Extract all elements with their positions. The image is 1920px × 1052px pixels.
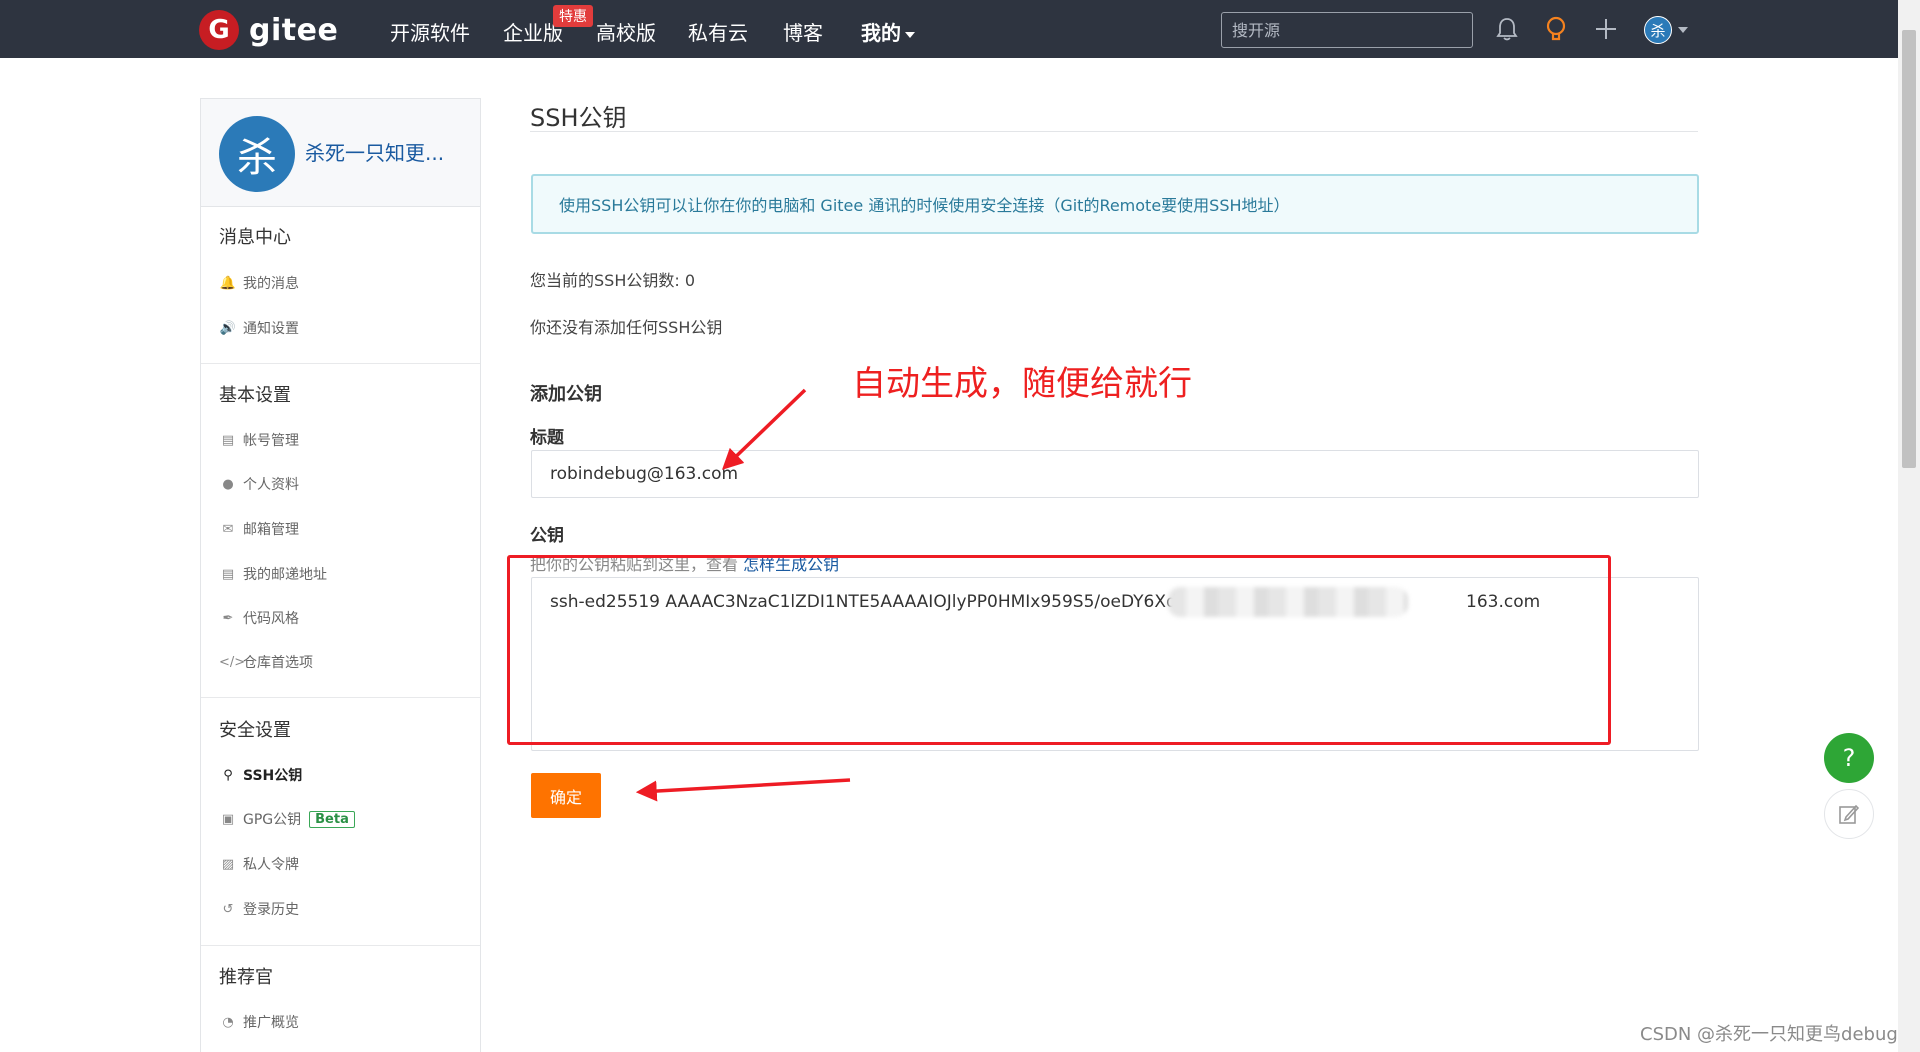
annotation-text: 自动生成，随便给就行	[852, 364, 1192, 404]
token-icon: ▨	[221, 856, 235, 872]
promo-badge: 特惠	[553, 5, 593, 27]
speaker-icon: 🔊	[219, 320, 237, 336]
public-key-label: 公钥	[530, 526, 564, 546]
scrollbar-thumb[interactable]	[1902, 30, 1916, 468]
feedback-button[interactable]	[1824, 789, 1874, 839]
section-heading-referral: 推荐官	[219, 967, 273, 988]
chevron-down-icon	[905, 31, 915, 38]
page-title: SSH公钥	[530, 104, 627, 132]
brush-icon: ✒	[222, 610, 234, 626]
sidebar-item-label: 仓库首选项	[243, 655, 313, 671]
csdn-watermark: CSDN @杀死一只知更鸟debug	[1640, 1024, 1898, 1045]
annotation-highlight-box	[507, 555, 1611, 745]
sidebar-item-label: 邮箱管理	[243, 522, 299, 538]
sidebar-item-label: 帐号管理	[243, 433, 299, 449]
title-divider	[530, 131, 1698, 132]
user-avatar[interactable]: 杀	[1644, 16, 1672, 44]
user-icon: ●	[222, 476, 234, 492]
sidebar-item-account[interactable]: ▤ 帐号管理	[219, 430, 299, 450]
sidebar-item-my-messages[interactable]: 🔔 我的消息	[219, 273, 299, 293]
edit-note-icon	[1839, 804, 1860, 824]
mail-icon: ✉	[222, 521, 234, 537]
ssh-info-box: 使用SSH公钥可以让你在你的电脑和 Gitee 通讯的时候使用安全连接（Git的…	[531, 174, 1699, 234]
search-input[interactable]	[1221, 12, 1473, 48]
notification-bell-icon[interactable]	[1492, 14, 1522, 44]
bell-icon: 🔔	[219, 275, 237, 291]
sidebar-item-address[interactable]: ▤ 我的邮递地址	[219, 564, 327, 584]
id-card-icon: ▤	[221, 432, 235, 448]
avatar-dropdown-icon[interactable]	[1678, 27, 1688, 33]
sidebar-divider	[201, 697, 480, 698]
lock-icon: ▣	[221, 811, 235, 827]
sidebar-item-login-history[interactable]: ↺ 登录历史	[219, 899, 299, 919]
sidebar-item-label: 私人令牌	[243, 857, 299, 873]
nav-education[interactable]: 高校版	[596, 17, 656, 46]
sidebar-item-repo-prefs[interactable]: </> 仓库首选项	[219, 652, 313, 672]
section-heading-security: 安全设置	[219, 720, 291, 741]
gitee-logo[interactable]: G gitee	[199, 10, 338, 50]
ssh-key-count: 您当前的SSH公钥数: 0	[530, 271, 696, 290]
no-keys-message: 你还没有添加任何SSH公钥	[530, 318, 723, 337]
beta-badge: Beta	[309, 810, 355, 828]
sidebar-item-gpg-keys[interactable]: ▣ GPG公钥 Beta	[219, 809, 355, 829]
section-heading-messages: 消息中心	[219, 227, 291, 248]
title-label: 标题	[530, 428, 564, 448]
profile-avatar[interactable]: 杀	[219, 116, 295, 192]
sidebar-item-label: 代码风格	[243, 611, 299, 627]
confirm-button[interactable]: 确定	[531, 773, 601, 818]
settings-sidebar: 杀 杀死一只知更... 消息中心 🔔 我的消息 🔊 通知设置 基本设置 ▤ 帐号管理 …	[200, 98, 481, 1052]
sidebar-divider	[201, 945, 480, 946]
gitee-logo-icon: G	[199, 10, 239, 50]
lightbulb-icon[interactable]	[1541, 14, 1571, 44]
code-icon: </>	[219, 654, 246, 670]
sidebar-item-code-style[interactable]: ✒ 代码风格	[219, 608, 299, 628]
sidebar-item-label: 我的邮递地址	[243, 567, 327, 583]
sidebar-item-label: 通知设置	[243, 321, 299, 337]
gitee-logo-text: gitee	[249, 12, 339, 48]
nav-open-source[interactable]: 开源软件	[390, 17, 470, 46]
sidebar-item-notification-settings[interactable]: 🔊 通知设置	[219, 318, 299, 338]
add-key-heading: 添加公钥	[530, 384, 602, 405]
sidebar-divider	[201, 363, 480, 364]
key-icon: ⚲	[223, 767, 233, 783]
sidebar-item-referral-overview[interactable]: ◔ 推广概览	[219, 1012, 299, 1032]
key-title-input[interactable]	[531, 450, 1699, 498]
sidebar-profile: 杀 杀死一只知更...	[201, 99, 480, 207]
sidebar-item-ssh-keys[interactable]: ⚲ SSH公钥	[219, 765, 302, 785]
sidebar-item-email[interactable]: ✉ 邮箱管理	[219, 519, 299, 539]
annotation-arrow-submit	[635, 778, 851, 802]
address-card-icon: ▤	[221, 566, 235, 582]
nav-blog[interactable]: 博客	[783, 17, 823, 46]
sidebar-item-label: 我的消息	[243, 276, 299, 292]
nav-mine-label: 我的	[861, 21, 901, 45]
plus-icon[interactable]	[1591, 14, 1621, 44]
nav-private-cloud[interactable]: 私有云	[688, 17, 748, 46]
sidebar-item-label: 推广概览	[243, 1015, 299, 1031]
sidebar-item-label: 登录历史	[243, 902, 299, 918]
sidebar-item-label: SSH公钥	[243, 768, 303, 784]
sidebar-item-private-tokens[interactable]: ▨ 私人令牌	[219, 854, 299, 874]
history-icon: ↺	[222, 901, 234, 917]
sidebar-item-label: 个人资料	[243, 477, 299, 493]
help-button[interactable]: ?	[1824, 733, 1874, 783]
top-navbar: G gitee 开源软件 企业版 特惠 高校版 私有云 博客 我的 杀	[0, 0, 1898, 58]
sidebar-item-profile[interactable]: ● 个人资料	[219, 474, 299, 494]
nav-mine-menu[interactable]: 我的	[861, 17, 915, 46]
sidebar-item-label: GPG公钥	[243, 812, 302, 828]
section-heading-basic: 基本设置	[219, 385, 291, 406]
gauge-icon: ◔	[222, 1014, 234, 1030]
profile-username[interactable]: 杀死一只知更...	[305, 137, 444, 166]
